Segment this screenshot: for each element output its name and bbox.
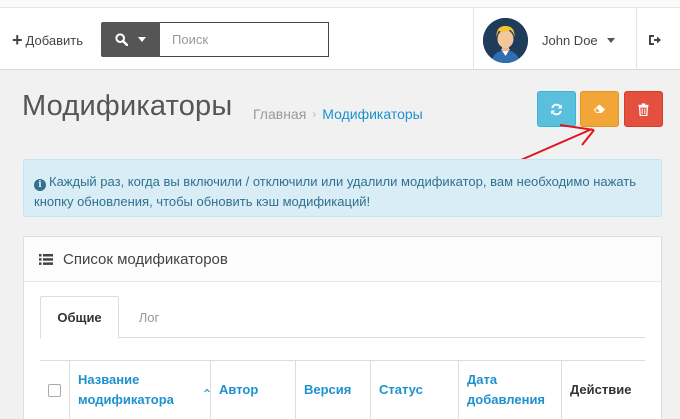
breadcrumb-home[interactable]: Главная [253,106,306,122]
column-name-label: Название модификатора [78,372,174,407]
search-type-button[interactable] [101,22,160,57]
sort-ascending-icon [204,388,210,392]
select-all-checkbox[interactable] [48,383,61,397]
breadcrumb-current[interactable]: Модификаторы [322,106,422,122]
user-menu[interactable]: John Doe [542,33,615,48]
breadcrumb-separator: › [312,107,317,121]
user-avatar-icon [483,18,528,63]
column-header-status[interactable]: Статус [371,361,459,419]
info-alert: i Каждый раз, когда вы включили / отключи… [23,159,662,217]
panel-heading: Список модификаторов [24,237,661,282]
caret-down-icon [606,38,615,43]
alert-text: Каждый раз, когда вы включили / отключил… [34,174,636,209]
add-button-label: Добавить [25,32,83,48]
username-label: John Doe [542,33,598,48]
delete-button[interactable] [624,91,663,127]
clear-button[interactable] [580,91,619,127]
column-header-action: Действие [570,382,632,397]
refresh-button[interactable] [537,91,576,127]
list-icon [39,253,53,265]
breadcrumb: Главная › Модификаторы [253,106,423,122]
top-header: + Добавить John Doe [0,0,680,70]
plus-icon: + [12,30,23,50]
add-button[interactable]: + Добавить [12,30,83,50]
info-circle-icon: i [34,179,46,191]
search-icon [115,33,128,46]
tab-bar: Общие Лог [40,296,645,339]
header-divider [473,8,474,70]
modifications-table: Название модификатора Автор Версия Стату… [40,360,645,419]
avatar[interactable] [483,18,528,63]
column-header-date-added[interactable]: Дата добавления [459,361,562,419]
panel-title: Список модификаторов [63,250,228,268]
column-header-author[interactable]: Автор [211,361,296,419]
header-divider [636,8,637,70]
column-header-version[interactable]: Версия [296,361,371,419]
search-input[interactable] [160,22,329,57]
tab-log[interactable]: Лог [120,296,178,339]
column-header-name[interactable]: Название модификатора [70,361,211,419]
modifications-panel: Список модификаторов Общие Лог Название … [23,236,662,419]
refresh-icon [551,103,562,115]
trash-icon [638,102,649,116]
chevron-down-icon [138,37,146,42]
tab-general[interactable]: Общие [40,296,119,339]
header-topline [0,0,680,8]
page-title: Модификаторы [22,90,233,122]
eraser-icon [593,104,605,113]
logout-icon[interactable] [648,33,662,47]
select-all-header [40,361,70,419]
